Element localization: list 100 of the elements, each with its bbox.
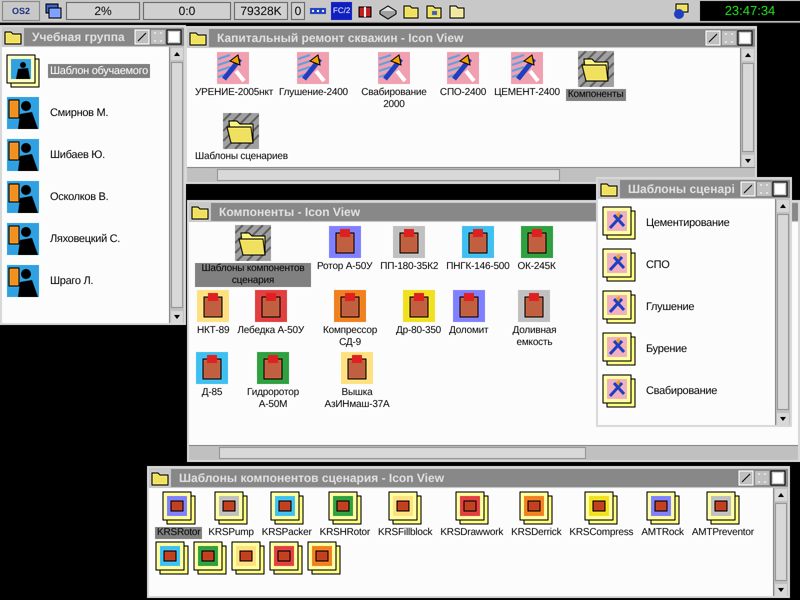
person-at-desk-icon[interactable] bbox=[6, 180, 40, 214]
icon-label[interactable]: ПП-180-35К2 bbox=[378, 261, 440, 273]
document-stack-icon[interactable] bbox=[214, 491, 248, 525]
hide-button[interactable] bbox=[134, 29, 150, 45]
folder-icon[interactable] bbox=[223, 113, 260, 149]
icon-label[interactable]: ПНГК-146-500 bbox=[444, 261, 512, 273]
document-stack-icon[interactable] bbox=[307, 541, 341, 575]
hide-button[interactable] bbox=[738, 470, 754, 486]
icon-label[interactable]: Шаблоны компонентов сценария bbox=[195, 263, 311, 287]
icon-label[interactable]: Доливная емкость bbox=[494, 325, 574, 349]
hide-button[interactable] bbox=[740, 181, 756, 197]
folder-icon[interactable] bbox=[189, 30, 207, 46]
person-at-desk-icon[interactable] bbox=[6, 138, 40, 172]
document-stack-icon[interactable] bbox=[328, 491, 362, 525]
folder-icon[interactable] bbox=[151, 470, 169, 486]
list-item[interactable]: Смирнов М. bbox=[48, 106, 110, 120]
vertical-scrollbar[interactable] bbox=[169, 47, 184, 323]
document-stack-icon[interactable] bbox=[706, 491, 740, 525]
document-stack-icon[interactable] bbox=[269, 541, 303, 575]
document-stack-icon[interactable] bbox=[602, 374, 636, 408]
icon-label[interactable]: Свабирование 2000 bbox=[354, 87, 434, 111]
icon-label[interactable]: KRSDrawwork bbox=[438, 527, 506, 539]
equipment-image-icon[interactable] bbox=[195, 351, 229, 385]
vertical-scrollbar[interactable] bbox=[773, 488, 788, 596]
list-item[interactable]: Шибаев Ю. bbox=[48, 148, 107, 162]
vertical-scrollbar[interactable] bbox=[740, 48, 755, 167]
equipment-image-icon[interactable] bbox=[196, 289, 230, 323]
folder-icon[interactable] bbox=[191, 204, 209, 220]
folder-icon[interactable] bbox=[4, 29, 22, 45]
folder-icon[interactable] bbox=[235, 225, 271, 261]
person-at-desk-icon[interactable] bbox=[6, 264, 40, 298]
horizontal-scrollbar[interactable] bbox=[189, 445, 798, 460]
icon-label[interactable]: KRSCompress bbox=[567, 527, 636, 539]
info-icon[interactable] bbox=[671, 2, 691, 20]
equipment-image-icon[interactable] bbox=[333, 289, 368, 323]
equipment-image-icon[interactable] bbox=[452, 289, 486, 323]
icon-label[interactable]: KRSDerrick bbox=[509, 527, 564, 539]
icon-label[interactable]: Глушение-2400 bbox=[277, 87, 350, 99]
icon-label[interactable]: Гидроротор А-50М bbox=[233, 387, 313, 411]
document-stack-icon[interactable] bbox=[602, 248, 636, 282]
list-item[interactable]: СПО bbox=[644, 258, 672, 272]
icon-label[interactable]: ЦЕМЕНТ-2400 bbox=[492, 87, 562, 99]
document-stack-icon[interactable] bbox=[155, 541, 189, 575]
icon-label[interactable]: ОК-245К bbox=[516, 261, 558, 273]
document-stack-icon[interactable] bbox=[454, 491, 489, 525]
equipment-image-icon[interactable] bbox=[402, 289, 436, 323]
icon-label[interactable]: KRSHRotor bbox=[318, 527, 372, 539]
start-button[interactable]: OS2 bbox=[2, 1, 40, 21]
vertical-scrollbar[interactable] bbox=[775, 199, 790, 425]
list-item[interactable]: Глушение bbox=[644, 300, 696, 314]
wrench-icon[interactable] bbox=[376, 51, 411, 85]
list-item[interactable]: Шаблон обучаемого bbox=[48, 64, 150, 78]
maximize-button[interactable] bbox=[770, 470, 786, 486]
icon-label[interactable]: Доломит bbox=[447, 325, 490, 337]
document-stack-icon[interactable] bbox=[231, 541, 265, 575]
document-stack-icon[interactable] bbox=[584, 491, 618, 525]
icon-label[interactable]: KRSRotor bbox=[155, 527, 202, 539]
document-stack-icon[interactable] bbox=[270, 491, 304, 525]
icon-label[interactable]: Шаблоны сценариев bbox=[193, 151, 290, 163]
list-item[interactable]: Осколков В. bbox=[48, 190, 110, 204]
document-stack-icon[interactable] bbox=[602, 332, 636, 366]
wrench-icon[interactable] bbox=[216, 51, 250, 85]
icon-label[interactable]: Ротор А-50У bbox=[315, 261, 374, 273]
equipment-image-icon[interactable] bbox=[256, 351, 290, 385]
document-stack-icon[interactable] bbox=[6, 54, 40, 88]
equipment-image-icon[interactable] bbox=[460, 225, 495, 259]
person-at-desk-icon[interactable] bbox=[6, 222, 40, 256]
document-stack-icon[interactable] bbox=[602, 206, 636, 240]
icon-label[interactable]: KRSPacker bbox=[260, 527, 314, 539]
wrench-icon[interactable] bbox=[296, 51, 330, 85]
icon-label[interactable]: KRSPump bbox=[206, 527, 256, 539]
icon-label[interactable]: НКТ-89 bbox=[195, 325, 232, 337]
list-item[interactable]: Бурение bbox=[644, 342, 689, 356]
icon-label[interactable]: AMTRock bbox=[639, 527, 686, 539]
wrench-icon[interactable] bbox=[446, 51, 480, 85]
icon-label[interactable]: Компоненты bbox=[566, 89, 626, 101]
icon-label[interactable]: УРЕНИЕ-2005нкт bbox=[193, 87, 273, 99]
document-stack-icon[interactable] bbox=[388, 491, 422, 525]
document-stack-icon[interactable] bbox=[193, 541, 227, 575]
list-item[interactable]: Шраго Л. bbox=[48, 274, 96, 288]
icon-label[interactable]: AMTPreventor bbox=[690, 527, 756, 539]
file-commander-icon[interactable]: FC/2 bbox=[331, 2, 352, 20]
icon-label[interactable]: СПО-2400 bbox=[438, 87, 488, 99]
icon-label[interactable]: Компрессор СД-9 bbox=[310, 325, 390, 349]
maximize-button[interactable] bbox=[772, 181, 788, 197]
icon-label[interactable]: Лебедка А-50У bbox=[235, 325, 306, 337]
maximize-button[interactable] bbox=[166, 29, 182, 45]
list-item[interactable]: Свабирование bbox=[644, 384, 720, 398]
folder-icon[interactable] bbox=[578, 51, 614, 87]
person-at-desk-icon[interactable] bbox=[6, 96, 40, 130]
maximize-button[interactable] bbox=[737, 30, 753, 46]
hide-button[interactable] bbox=[705, 30, 721, 46]
document-stack-icon[interactable] bbox=[519, 491, 554, 525]
window-list-icon[interactable] bbox=[43, 2, 63, 20]
document-stack-icon[interactable] bbox=[162, 491, 196, 525]
document-stack-icon[interactable] bbox=[646, 491, 680, 525]
equipment-image-icon[interactable] bbox=[340, 351, 374, 385]
equipment-image-icon[interactable] bbox=[328, 225, 362, 259]
icon-label[interactable]: Д-85 bbox=[200, 387, 224, 399]
equipment-image-icon[interactable] bbox=[392, 225, 426, 259]
